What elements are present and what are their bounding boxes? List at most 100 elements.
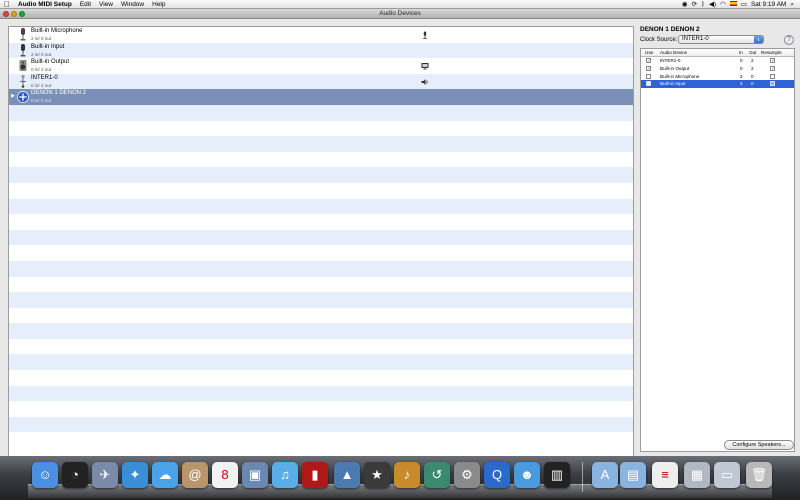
spotlight-icon[interactable]: ⌕ — [788, 0, 796, 9]
subdevice-out: 0 — [751, 81, 754, 87]
column-use[interactable]: Use — [645, 50, 653, 55]
documents-folder-icon[interactable]: ▤ — [620, 462, 646, 488]
resample-checkbox[interactable] — [770, 73, 775, 79]
input-source-flag-icon[interactable] — [728, 0, 739, 9]
applications-folder-icon[interactable]: A — [592, 462, 618, 488]
device-name: Built-in Microphone — [31, 28, 83, 34]
disclosure-triangle-icon[interactable]: ▶ — [11, 93, 15, 99]
resample-checkbox[interactable] — [770, 81, 775, 87]
audio-device-list[interactable]: Built-in Microphone 2 in/ 0 out Built-in I… — [8, 26, 634, 460]
subdevice-out: 0 — [751, 73, 754, 79]
device-row[interactable]: ▶ DENON 1 DENON 20 in/ 0 out — [9, 89, 633, 105]
battery-menu-icon[interactable]: ▭ — [739, 0, 749, 9]
window-icon[interactable]: ▭ — [714, 462, 740, 488]
column-out[interactable]: Out — [749, 50, 756, 55]
device-row[interactable]: INTER1-0 0 in/ 2 out — [9, 73, 633, 90]
device-name: Built-in Output — [31, 59, 70, 66]
safari-icon[interactable]: ✦ — [122, 462, 148, 488]
empty-list-row — [9, 416, 633, 433]
airport-menu-icon[interactable]: ◉ — [680, 0, 690, 9]
itunes-icon[interactable]: ♫ — [272, 462, 298, 488]
empty-list-row — [9, 104, 633, 121]
empty-list-row — [9, 401, 633, 417]
menu-app[interactable]: Audio MIDI Setup — [14, 0, 76, 9]
device-io-count: 0 in/ 2 out — [31, 82, 52, 88]
time-machine-icon[interactable]: ↺ — [424, 462, 450, 488]
mail-icon[interactable]: ✈ — [92, 462, 118, 488]
column-in[interactable]: In — [739, 50, 743, 55]
device-name: DENON 1 DENON 2 — [31, 90, 87, 97]
use-checkbox[interactable] — [646, 81, 651, 87]
configure-speakers-button[interactable]: Configure Speakers... — [724, 440, 794, 450]
subdevice-name: Built-in Microphone — [660, 73, 700, 79]
photo-booth-icon[interactable]: ▮ — [302, 462, 328, 488]
subdevice-name: Built-in Output — [660, 65, 690, 71]
device-row[interactable]: Built-in Output 0 in/ 2 out — [9, 58, 633, 74]
iphoto-icon[interactable]: ▲ — [334, 462, 360, 488]
clock-source-label: Clock Source: — [640, 37, 678, 43]
downloads-icon[interactable]: ▦ — [684, 462, 710, 488]
wifi-menu-icon[interactable]: ◠ — [718, 0, 728, 9]
device-row[interactable]: Built-in Microphone 2 in/ 0 out — [9, 27, 633, 43]
preview-icon[interactable]: ▣ — [242, 462, 268, 488]
sync-menu-icon[interactable]: ⟳ — [690, 0, 699, 9]
subdevice-in: 0 — [740, 58, 743, 63]
empty-list-row — [9, 198, 633, 215]
menu-edit[interactable]: Edit — [76, 0, 95, 9]
garageband-icon[interactable]: ♪ — [394, 462, 420, 488]
clock[interactable]: Sat 9:19 AM — [749, 0, 788, 9]
trash-icon[interactable]: 🗑 — [746, 462, 772, 488]
subdevice-in: 0 — [740, 65, 743, 71]
menu-window[interactable]: Window — [117, 0, 148, 9]
volume-menu-icon[interactable]: ◀) — [707, 0, 718, 9]
usb-device-icon — [19, 74, 27, 88]
speaker-device-icon — [19, 59, 27, 72]
clock-source-select[interactable]: INTER1-0 ⇕ — [678, 35, 764, 44]
device-io-count: 0 in/ 2 out — [31, 67, 52, 73]
aggregate-device-icon — [17, 90, 29, 103]
column-audio-device[interactable]: Audio Device — [660, 50, 687, 55]
dashboard-icon[interactable]: ◔ — [62, 462, 88, 488]
empty-list-row — [9, 432, 633, 448]
subdevice-in: 2 — [740, 73, 743, 79]
column-resample[interactable]: Resample — [761, 50, 782, 55]
resample-checkbox[interactable]: ✓ — [770, 65, 775, 71]
document-icon[interactable]: ≡ — [652, 462, 678, 488]
subdevice-name: Built-in Input — [660, 81, 686, 87]
use-checkbox[interactable] — [646, 73, 651, 79]
empty-list-row — [9, 245, 633, 261]
input-device-icon — [19, 43, 27, 57]
empty-list-row — [9, 323, 633, 339]
system-preferences-icon[interactable]: ⚙ — [454, 462, 480, 488]
menu-help[interactable]: Help — [148, 0, 169, 9]
subdevice-row[interactable]: Built-in Microphone 2 0 — [641, 73, 794, 81]
microphone-status-icon — [421, 31, 429, 39]
use-checkbox[interactable]: ✓ — [646, 65, 651, 71]
imovie-icon[interactable]: ★ — [364, 462, 390, 488]
menu-view[interactable]: View — [95, 0, 117, 9]
ichat-icon[interactable]: ☁ — [152, 462, 178, 488]
empty-list-row — [9, 370, 633, 386]
subdevice-row[interactable]: ✓ Built-in Output 0 2 ✓ — [641, 65, 794, 73]
use-checkbox[interactable]: ✓ — [646, 58, 651, 63]
window-titlebar: Audio Devices — [0, 9, 800, 19]
help-button[interactable]: ? — [784, 35, 794, 45]
ical-icon[interactable]: 8 — [212, 462, 238, 488]
users-icon[interactable]: ☻ — [514, 462, 540, 488]
midi-keyboard-icon[interactable]: ▥ — [544, 462, 570, 488]
quicktime-icon[interactable]: Q — [484, 462, 510, 488]
device-io-count: 0 in/ 0 out — [31, 98, 52, 104]
apple-menu-icon[interactable]:  — [0, 0, 14, 9]
window-title: Audio Devices — [379, 10, 421, 17]
resample-checkbox[interactable]: ✓ — [770, 58, 775, 63]
aggregate-device-panel: DENON 1 DENON 2 Clock Source: INTER1-0 ⇕… — [640, 26, 795, 456]
subdevice-row[interactable]: ✓ INTER1-0 0 2 ✓ — [641, 57, 794, 65]
bluetooth-menu-icon[interactable]: ᛒ — [699, 0, 707, 9]
dock: ☺ ◔ ✈ ✦ ☁ @8 ▣ ♫ ▮ ▲ ★ ♪ ↺ ⚙ Q ☻ ▥ A ▤ ≡ ▦ ▭ 🗑 — [0, 456, 800, 500]
empty-list-row — [9, 229, 633, 246]
finder-icon[interactable]: ☺ — [32, 462, 58, 488]
aggregate-device-title: DENON 1 DENON 2 — [640, 26, 700, 33]
address-book-icon[interactable]: @ — [182, 462, 208, 488]
device-row[interactable]: Built-in Input 2 in/ 0 out — [9, 42, 633, 59]
subdevice-row[interactable]: Built-in Input 2 0 — [641, 80, 794, 89]
